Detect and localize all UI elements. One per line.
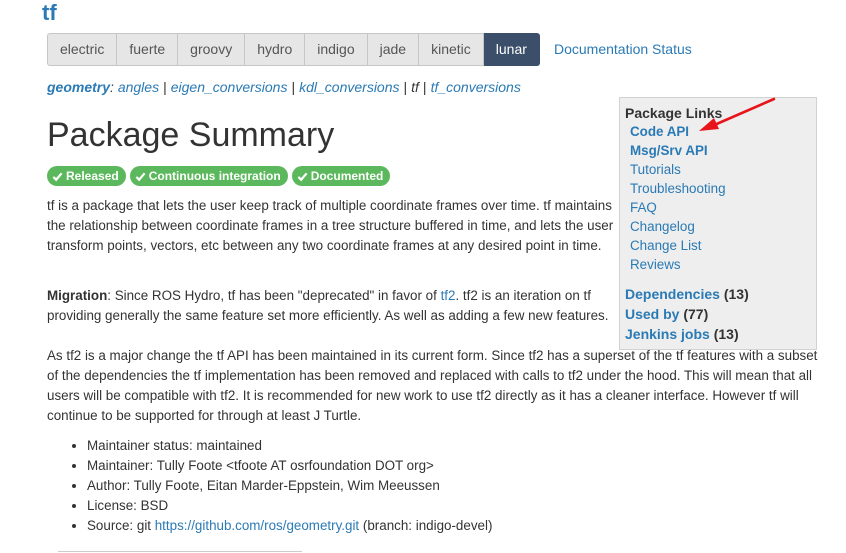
sidebar-link-reviews[interactable]: Reviews [630, 255, 811, 274]
tab-kinetic[interactable]: kinetic [419, 33, 484, 66]
dependencies-link[interactable]: Dependencies [625, 286, 720, 302]
tab-indigo[interactable]: indigo [305, 33, 368, 66]
used-by-link[interactable]: Used by [625, 306, 679, 322]
breadcrumb-separator: | [291, 79, 296, 95]
jenkins-jobs-row: Jenkins jobs (13) [625, 324, 811, 344]
source-branch: (branch: indigo-devel) [359, 518, 493, 533]
source-repo-link[interactable]: https://github.com/ros/geometry.git [155, 518, 359, 533]
badge-continuous-integration: Continuous integration [129, 166, 288, 186]
badge-label: Documented [310, 169, 384, 183]
sidebar-link-faq[interactable]: FAQ [630, 198, 811, 217]
badge-label: Released [66, 169, 119, 183]
package-info-list: Maintainer status: maintained Maintainer… [47, 436, 492, 536]
tab-lunar[interactable]: lunar [483, 33, 540, 66]
breadcrumb-colon: : [110, 79, 114, 95]
dependencies-count: (13) [723, 286, 749, 302]
distro-tab-bar: electric fuerte groovy hydro indigo jade… [47, 33, 540, 66]
used-by-row: Used by (77) [625, 304, 811, 324]
badge-documented: Documented [291, 166, 391, 186]
package-description: tf is a package that lets the user keep … [47, 198, 614, 253]
checkmark-icon [52, 172, 63, 181]
list-item-license: License: BSD [87, 496, 492, 516]
sidebar-link-troubleshooting[interactable]: Troubleshooting [630, 179, 811, 198]
status-badges: Released Continuous integration Document… [47, 166, 391, 186]
tab-jade[interactable]: jade [367, 33, 420, 66]
tab-hydro[interactable]: hydro [245, 33, 306, 66]
breadcrumb-item-angles[interactable]: angles [118, 79, 159, 95]
documentation-status-link[interactable]: Documentation Status [554, 41, 692, 57]
package-title: tf [42, 0, 57, 25]
migration-paragraph-2: As tf2 is a major change the tf API has … [47, 348, 818, 423]
badge-released: Released [47, 166, 126, 186]
sidebar-link-changelog[interactable]: Changelog [630, 217, 811, 236]
breadcrumb: geometry: angles | eigen_conversions | kdl_c… [47, 79, 521, 95]
breadcrumb-root-link[interactable]: geometry [47, 79, 110, 95]
sidebar-link-change-list[interactable]: Change List [630, 236, 811, 255]
tab-electric[interactable]: electric [47, 33, 118, 66]
breadcrumb-item-eigen-conversions[interactable]: eigen_conversions [171, 79, 288, 95]
list-item-maintainer-status: Maintainer status: maintained [87, 436, 492, 456]
breadcrumb-separator: | [422, 79, 427, 95]
checkmark-icon [297, 172, 308, 181]
page-heading: Package Summary [47, 116, 335, 154]
checkmark-icon [135, 172, 146, 181]
breadcrumb-item-current: tf [411, 79, 419, 95]
migration-text-before: : Since ROS Hydro, tf has been "deprecat… [107, 288, 441, 303]
dependencies-row: Dependencies (13) [625, 284, 811, 304]
list-item-maintainer: Maintainer: Tully Foote <tfoote AT osrfo… [87, 456, 492, 476]
breadcrumb-item-tf-conversions[interactable]: tf_conversions [431, 79, 521, 95]
source-prefix: Source: git [87, 518, 155, 533]
sidebar-links: Code API Msg/Srv API Tutorials Troublesh… [625, 122, 811, 274]
sidebar-link-msg-srv-api[interactable]: Msg/Srv API [630, 141, 811, 160]
list-item-source: Source: git https://github.com/ros/geome… [87, 516, 492, 536]
breadcrumb-separator: | [403, 79, 408, 95]
migration-label: Migration [47, 288, 108, 303]
used-by-count: (77) [683, 306, 709, 322]
sidebar-stats: Dependencies (13) Used by (77) Jenkins j… [625, 284, 811, 344]
tab-groovy[interactable]: groovy [178, 33, 246, 66]
badge-label: Continuous integration [148, 169, 281, 183]
divider [58, 551, 302, 552]
tab-fuerte[interactable]: fuerte [117, 33, 179, 66]
migration-note: Migration: Since ROS Hydro, tf has been … [47, 286, 617, 326]
jenkins-jobs-link[interactable]: Jenkins jobs [625, 326, 710, 342]
breadcrumb-separator: | [163, 79, 167, 95]
tf2-link[interactable]: tf2 [441, 288, 456, 303]
breadcrumb-item-kdl-conversions[interactable]: kdl_conversions [299, 79, 399, 95]
jenkins-jobs-count: (13) [713, 326, 739, 342]
annotation-arrow-icon [699, 97, 776, 131]
sidebar-link-tutorials[interactable]: Tutorials [630, 160, 811, 179]
list-item-author: Author: Tully Foote, Eitan Marder-Eppste… [87, 476, 492, 496]
